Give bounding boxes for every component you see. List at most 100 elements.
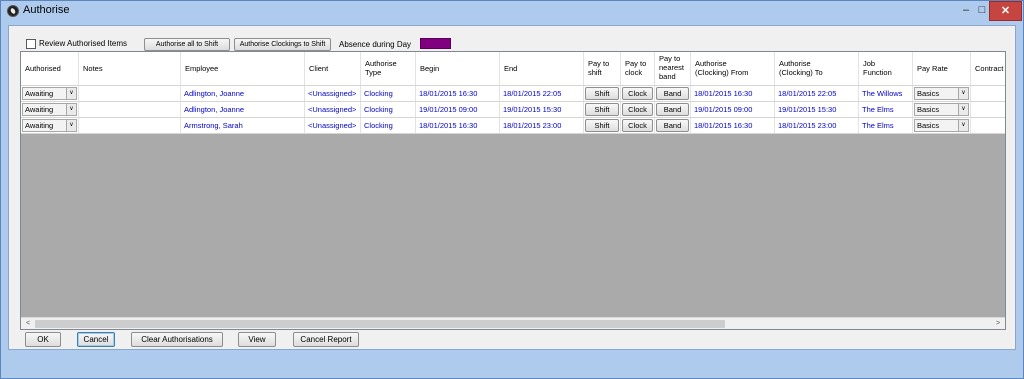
- review-authorised-checkbox[interactable]: [26, 39, 36, 49]
- header-authorise-to[interactable]: Authorise (Clocking) To: [775, 52, 859, 85]
- employee-cell[interactable]: Adlington, Joanne: [181, 86, 305, 101]
- chevron-down-icon[interactable]: ∨: [958, 88, 968, 99]
- notes-cell[interactable]: [79, 102, 181, 117]
- pay-rate-value: Basics: [917, 105, 940, 114]
- end-cell[interactable]: 18/01/2015 22:05: [500, 86, 584, 101]
- begin-cell[interactable]: 19/01/2015 09:00: [416, 102, 500, 117]
- authorised-select[interactable]: Awaiting ∨: [22, 87, 77, 100]
- authorised-cell: Awaiting ∨: [21, 102, 79, 117]
- minimize-button[interactable]: –: [956, 1, 976, 21]
- horizontal-scrollbar[interactable]: < >: [21, 317, 1005, 329]
- authorise-to-cell[interactable]: 18/01/2015 22:05: [775, 86, 859, 101]
- begin-cell[interactable]: 18/01/2015 16:30: [416, 118, 500, 133]
- client-cell[interactable]: <Unassigned>: [305, 102, 361, 117]
- header-pay-to-shift[interactable]: Pay to shift: [584, 52, 621, 85]
- table-row[interactable]: Awaiting ∨ Adlington, Joanne <Unassigned…: [21, 86, 1005, 102]
- type-cell[interactable]: Clocking: [361, 118, 416, 133]
- authorise-from-cell[interactable]: 19/01/2015 09:00: [691, 102, 775, 117]
- scroll-right-arrow-icon[interactable]: >: [993, 319, 1003, 329]
- table-row[interactable]: Awaiting ∨ Armstrong, Sarah <Unassigned>…: [21, 118, 1005, 134]
- pay-to-band-button[interactable]: Band: [656, 87, 689, 100]
- header-end[interactable]: End: [500, 52, 584, 85]
- job-function-cell[interactable]: The Willows: [859, 86, 913, 101]
- maximize-button[interactable]: □: [976, 1, 988, 21]
- pay-to-clock-button[interactable]: Clock: [622, 87, 653, 100]
- job-function-cell[interactable]: The Elms: [859, 102, 913, 117]
- authorise-clockings-to-shift-button[interactable]: Authorise Clockings to Shift: [234, 38, 331, 51]
- begin-cell[interactable]: 18/01/2015 16:30: [416, 86, 500, 101]
- header-authorise-from[interactable]: Authorise (Clocking) From: [691, 52, 775, 85]
- ok-button[interactable]: OK: [25, 332, 61, 347]
- header-authorise-type-text: Authorise Type: [365, 59, 397, 77]
- authorise-from-cell[interactable]: 18/01/2015 16:30: [691, 118, 775, 133]
- header-notes[interactable]: Notes: [79, 52, 181, 85]
- client-cell[interactable]: <Unassigned>: [305, 86, 361, 101]
- cancel-button[interactable]: Cancel: [77, 332, 115, 347]
- authorised-select[interactable]: Awaiting ∨: [22, 119, 77, 132]
- header-employee[interactable]: Employee: [181, 52, 305, 85]
- header-pay-rate[interactable]: Pay Rate: [913, 52, 971, 85]
- pay-to-shift-button[interactable]: Shift: [585, 119, 619, 132]
- pay-to-shift-button[interactable]: Shift: [585, 87, 619, 100]
- header-pay-to-clock[interactable]: Pay to clock: [621, 52, 655, 85]
- header-client[interactable]: Client: [305, 52, 361, 85]
- absence-color-swatch[interactable]: [420, 38, 451, 49]
- chevron-down-icon[interactable]: ∨: [958, 120, 968, 131]
- header-begin[interactable]: Begin: [416, 52, 500, 85]
- authorised-cell: Awaiting ∨: [21, 86, 79, 101]
- header-job-function-text: Job Function: [863, 59, 892, 77]
- authorise-to-cell[interactable]: 18/01/2015 23:00: [775, 118, 859, 133]
- type-cell[interactable]: Clocking: [361, 102, 416, 117]
- chevron-down-icon[interactable]: ∨: [66, 120, 76, 131]
- notes-cell[interactable]: [79, 86, 181, 101]
- header-authorise-to-text: Authorise (Clocking) To: [779, 59, 823, 77]
- pay-rate-select[interactable]: Basics ∨: [914, 103, 969, 116]
- scroll-left-arrow-icon[interactable]: <: [23, 319, 33, 329]
- pay-rate-select[interactable]: Basics ∨: [914, 87, 969, 100]
- pay-rate-select[interactable]: Basics ∨: [914, 119, 969, 132]
- type-cell[interactable]: Clocking: [361, 86, 416, 101]
- header-pay-to-shift-text: Pay to shift: [588, 59, 610, 77]
- contract-cell[interactable]: [971, 102, 1005, 117]
- contract-cell[interactable]: [971, 86, 1005, 101]
- table-row[interactable]: Awaiting ∨ Adlington, Joanne <Unassigned…: [21, 102, 1005, 118]
- notes-cell[interactable]: [79, 118, 181, 133]
- end-cell[interactable]: 19/01/2015 15:30: [500, 102, 584, 117]
- pay-to-band-button[interactable]: Band: [656, 103, 689, 116]
- header-pay-to-clock-text: Pay to clock: [625, 59, 647, 77]
- window-title: Authorise: [23, 4, 70, 16]
- client-cell[interactable]: <Unassigned>: [305, 118, 361, 133]
- pay-to-band-button[interactable]: Band: [656, 119, 689, 132]
- header-job-function[interactable]: Job Function: [859, 52, 913, 85]
- absence-during-day-label: Absence during Day: [339, 40, 412, 49]
- end-cell[interactable]: 18/01/2015 23:00: [500, 118, 584, 133]
- view-button[interactable]: View: [238, 332, 276, 347]
- authorise-to-cell[interactable]: 19/01/2015 15:30: [775, 102, 859, 117]
- chevron-down-icon[interactable]: ∨: [66, 88, 76, 99]
- scrollbar-thumb[interactable]: [35, 320, 725, 328]
- authorised-value: Awaiting: [25, 89, 54, 98]
- header-contract[interactable]: Contract: [971, 52, 1005, 85]
- pay-to-clock-button[interactable]: Clock: [622, 119, 653, 132]
- header-authorised[interactable]: Authorised: [21, 52, 79, 85]
- pay-to-clock-button[interactable]: Clock: [622, 103, 653, 116]
- header-authorise-type[interactable]: Authorise Type: [361, 52, 416, 85]
- employee-cell[interactable]: Adlington, Joanne: [181, 102, 305, 117]
- authorised-select[interactable]: Awaiting ∨: [22, 103, 77, 116]
- title-bar[interactable]: Authorise – □ ✕: [1, 1, 1023, 21]
- contract-cell[interactable]: [971, 118, 1005, 133]
- header-pay-to-nearest-band[interactable]: Pay to nearest band: [655, 52, 691, 85]
- chevron-down-icon[interactable]: ∨: [66, 104, 76, 115]
- cancel-report-button[interactable]: Cancel Report: [293, 332, 359, 347]
- job-function-cell[interactable]: The Elms: [859, 118, 913, 133]
- close-button[interactable]: ✕: [989, 1, 1022, 21]
- employee-cell[interactable]: Armstrong, Sarah: [181, 118, 305, 133]
- chevron-down-icon[interactable]: ∨: [958, 104, 968, 115]
- clear-authorisations-button[interactable]: Clear Authorisations: [131, 332, 223, 347]
- authorise-all-to-shift-button[interactable]: Authorise all to Shift: [144, 38, 230, 51]
- authorise-from-cell[interactable]: 18/01/2015 16:30: [691, 86, 775, 101]
- pay-rate-value: Basics: [917, 121, 940, 130]
- pay-to-shift-cell: Shift: [584, 102, 621, 117]
- pay-to-shift-button[interactable]: Shift: [585, 103, 619, 116]
- authorise-grid: Authorised Notes Employee Client Authori…: [20, 51, 1006, 330]
